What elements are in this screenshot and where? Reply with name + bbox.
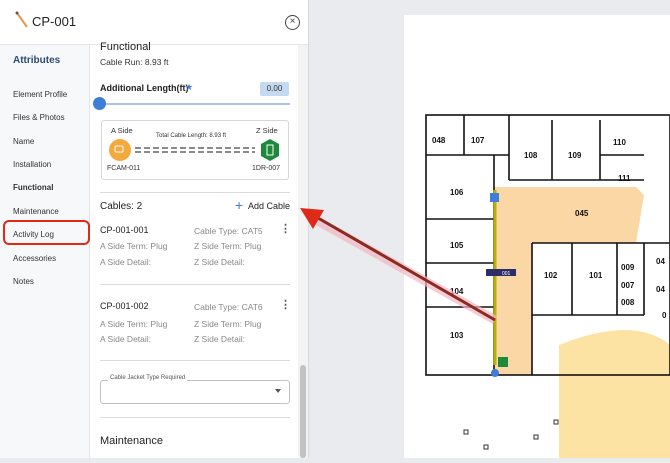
annotation-arrow <box>300 208 498 324</box>
